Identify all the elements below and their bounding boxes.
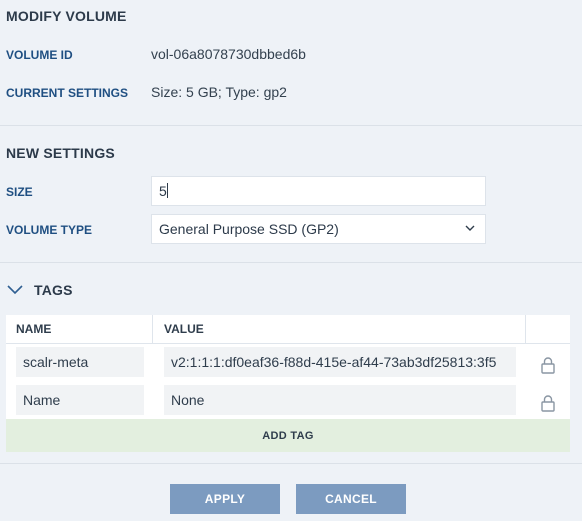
tags-table: NAME VALUE scalr-meta v2:1:1:1:df0eaf36-… (6, 315, 570, 452)
chevron-down-icon[interactable] (7, 283, 23, 295)
size-input[interactable]: 5 (151, 176, 486, 206)
current-settings-label: CURRENT SETTINGS (6, 86, 129, 100)
cancel-button[interactable]: CANCEL (296, 484, 406, 514)
current-settings-value: Size: 5 GB; Type: gp2 (151, 84, 287, 100)
new-settings-title: NEW SETTINGS (6, 145, 115, 161)
modify-volume-title: MODIFY VOLUME (6, 8, 127, 24)
tags-title[interactable]: TAGS (34, 282, 73, 298)
volume-type-select[interactable]: General Purpose SSD (GP2) (151, 214, 486, 244)
lock-icon[interactable] (540, 394, 556, 412)
column-header-name: NAME (16, 322, 52, 336)
volume-id-label: VOLUME ID (6, 48, 73, 62)
volume-id-value: vol-06a8078730dbbed6b (151, 46, 306, 62)
volume-type-value: General Purpose SSD (GP2) (159, 221, 339, 237)
tag-value-field[interactable]: None (164, 385, 516, 415)
tag-name-field[interactable]: Name (16, 385, 144, 415)
text-caret (166, 183, 168, 198)
section-divider (0, 262, 582, 263)
header-divider (6, 343, 570, 344)
column-separator (152, 315, 153, 343)
apply-button[interactable]: APPLY (170, 484, 280, 514)
column-header-value: VALUE (164, 322, 204, 336)
tag-name-field[interactable]: scalr-meta (16, 347, 144, 377)
column-separator (525, 315, 526, 343)
size-label: SIZE (6, 185, 33, 199)
volume-type-label: VOLUME TYPE (6, 223, 93, 237)
section-divider (0, 463, 582, 464)
section-divider (0, 125, 582, 126)
size-input-value: 5 (159, 183, 167, 199)
add-tag-button[interactable]: ADD TAG (6, 419, 570, 452)
tag-value-field[interactable]: v2:1:1:1:df0eaf36-f88d-415e-af44-73ab3df… (164, 347, 516, 377)
chevron-down-icon (465, 225, 475, 231)
lock-icon[interactable] (540, 356, 556, 374)
